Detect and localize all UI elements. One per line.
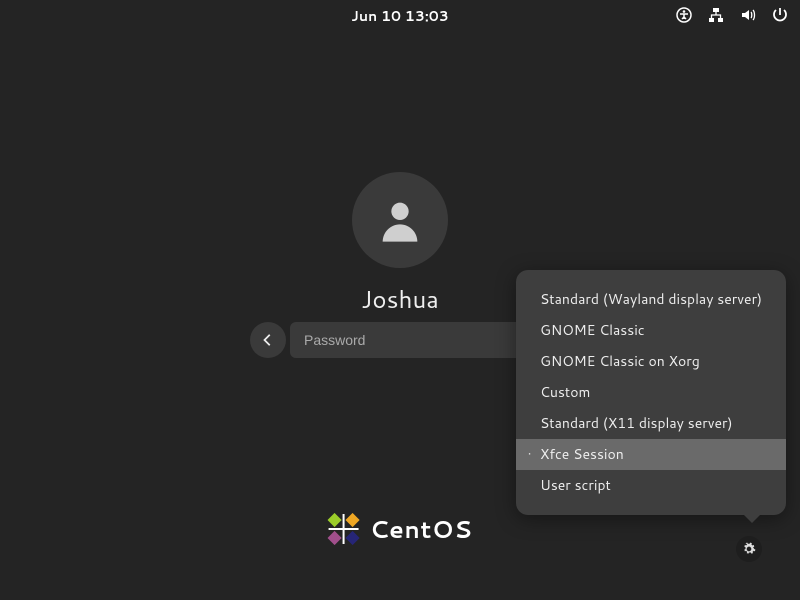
selected-indicator-icon: • [528, 439, 531, 470]
top-bar: Jun 10 13:03 [0, 0, 800, 32]
session-settings-button[interactable] [736, 536, 762, 562]
accessibility-icon[interactable] [676, 6, 692, 29]
session-option[interactable]: User script [516, 470, 786, 501]
session-option-label: GNOME Classic on Xorg [540, 351, 700, 371]
password-field-wrap [290, 322, 550, 358]
session-option-label: Standard (X11 display server) [540, 413, 733, 433]
session-option-label: User script [540, 475, 611, 495]
datetime-label: Jun 10 13:03 [351, 6, 448, 26]
chevron-left-icon [261, 333, 275, 347]
session-option[interactable]: • Xfce Session [516, 439, 786, 470]
session-option[interactable]: GNOME Classic on Xorg [516, 346, 786, 377]
network-icon[interactable] [708, 6, 724, 29]
topbar-status-area [676, 6, 788, 29]
session-option-label: Custom [540, 382, 590, 402]
session-option[interactable]: GNOME Classic [516, 315, 786, 346]
session-option-label: Standard (Wayland display server) [540, 289, 762, 309]
os-name-label: CentOS [370, 512, 473, 546]
volume-icon[interactable] [740, 6, 756, 29]
gear-icon [742, 542, 756, 556]
os-branding: CentOS [328, 512, 473, 546]
session-option[interactable]: Custom [516, 377, 786, 408]
back-button[interactable] [250, 322, 286, 358]
session-option[interactable]: Standard (X11 display server) [516, 408, 786, 439]
password-input[interactable] [290, 322, 550, 358]
session-option-label: GNOME Classic [540, 320, 645, 340]
username-label: Joshua [361, 282, 439, 316]
person-icon [374, 194, 426, 246]
session-menu: Standard (Wayland display server) GNOME C… [516, 270, 786, 515]
centos-logo-icon [328, 513, 360, 545]
password-row [250, 322, 550, 358]
power-icon[interactable] [772, 6, 788, 29]
session-option[interactable]: Standard (Wayland display server) [516, 284, 786, 315]
session-option-label: Xfce Session [540, 444, 624, 464]
user-avatar [352, 172, 448, 268]
